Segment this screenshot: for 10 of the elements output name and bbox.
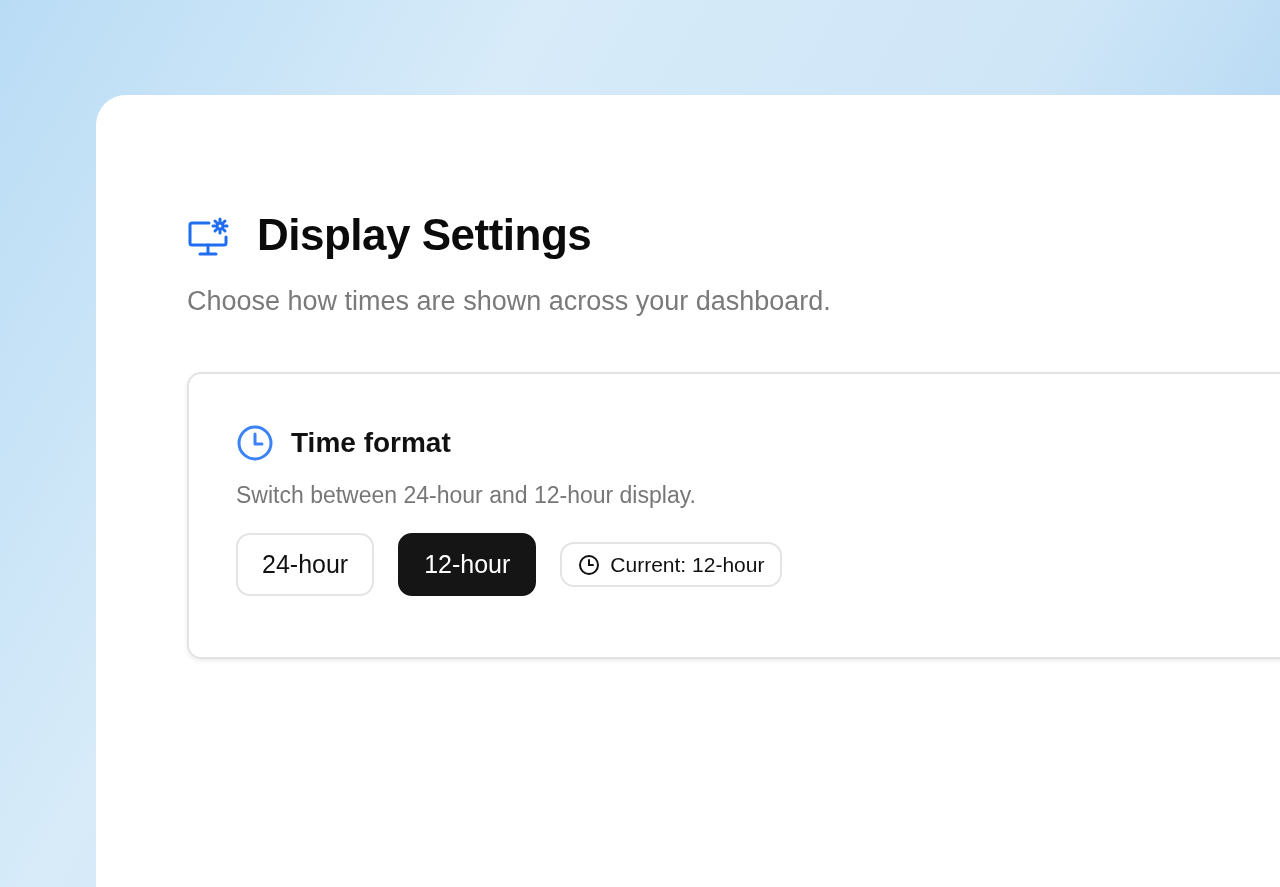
current-format-text: Current: 12-hour — [610, 552, 765, 577]
card-description: Switch between 24-hour and 12-hour display. — [236, 482, 697, 509]
format-option-button[interactable]: 12-hour — [398, 533, 537, 596]
clock-icon — [578, 553, 601, 576]
page-subtitle: Choose how times are shown across your dashboard. — [187, 286, 832, 317]
page-title: Display Settings — [257, 210, 592, 260]
card-title: Time format — [291, 427, 451, 459]
monitor-gear-icon — [187, 217, 231, 257]
clock-icon — [236, 424, 274, 462]
format-option-button[interactable]: 24-hour — [236, 533, 375, 596]
